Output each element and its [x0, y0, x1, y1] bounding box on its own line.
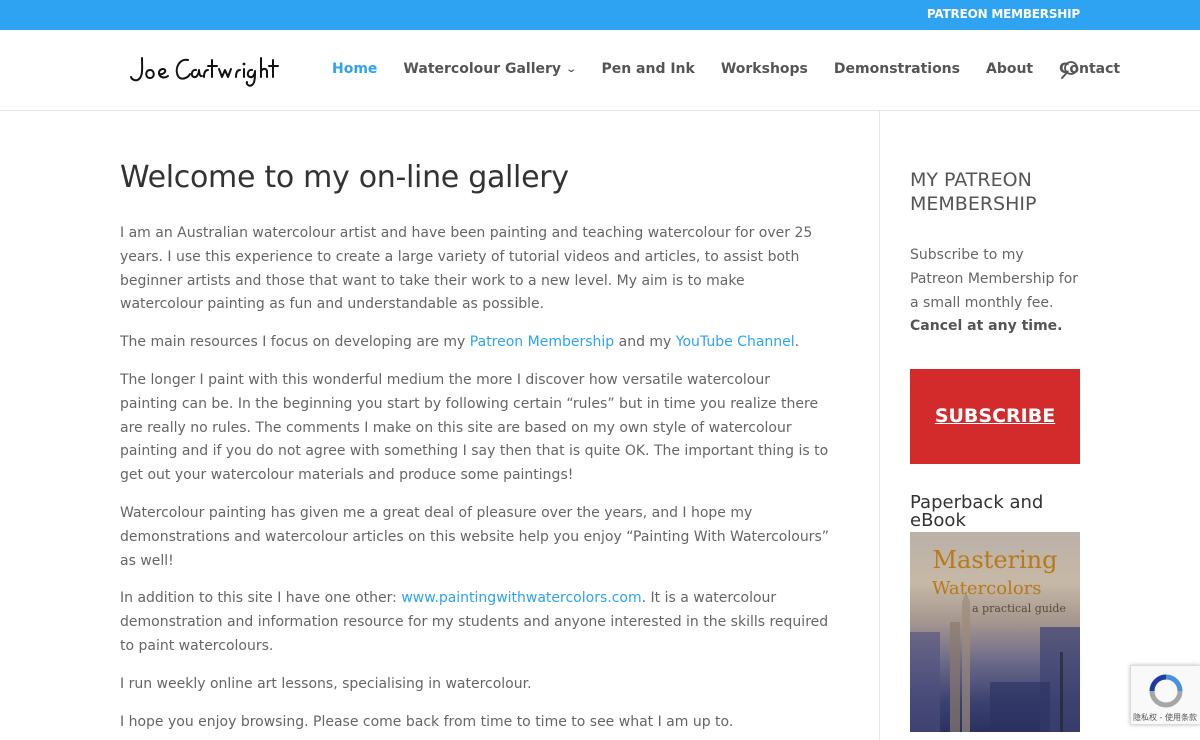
- paragraph-resources: The main resources I focus on developing…: [120, 331, 830, 355]
- book-cover-subtitle: a practical guide: [972, 602, 1066, 616]
- paragraph-rules: The longer I paint with this wonderful m…: [120, 371, 829, 484]
- nav-about[interactable]: About: [986, 61, 1033, 77]
- patreon-widget-title: MY PATREON MEMBERSHIP: [910, 169, 1037, 215]
- patreon-widget-text: Subscribe to my Patreon Membership for a…: [910, 244, 1080, 339]
- paragraph-resources-text-1: The main resources I focus on developing…: [120, 334, 470, 351]
- nav-pen-and-ink[interactable]: Pen and Ink: [601, 61, 694, 77]
- paragraph-other-site: In addition to this site I have one othe…: [120, 587, 830, 658]
- paragraph-resources-text-3: .: [794, 334, 800, 351]
- paragraph-lessons: I run weekly online art lessons, special…: [120, 675, 532, 692]
- recaptcha-terms[interactable]: 隐私权 - 使用条款: [1133, 712, 1197, 723]
- nav-watercolour-gallery[interactable]: Watercolour Gallery ⌄: [403, 61, 578, 77]
- patreon-widget-text-body: Subscribe to my Patreon Membership for a…: [910, 247, 1079, 311]
- book-cover-image[interactable]: Mastering Watercolors a practical guide: [910, 532, 1080, 733]
- sidebar-divider: [879, 111, 880, 740]
- top-bar: PATREON MEMBERSHIP: [0, 0, 1200, 30]
- site-logo[interactable]: [128, 52, 280, 90]
- recaptcha-badge[interactable]: 隐私权 - 使用条款: [1130, 665, 1200, 725]
- nav-demonstrations[interactable]: Demonstrations: [834, 61, 960, 77]
- book-widget-title: Paperback and eBook: [910, 492, 1044, 532]
- signature-logo-icon: [130, 57, 279, 87]
- patreon-membership-link[interactable]: PATREON MEMBERSHIP: [927, 7, 1080, 21]
- youtube-channel-link[interactable]: YouTube Channel: [676, 334, 795, 350]
- paintingwithwatercolors-link[interactable]: www.paintingwithwatercolors.com: [401, 590, 641, 606]
- paragraph-resources-text-2: and my: [614, 334, 676, 351]
- main-content: Welcome to my on-line gallery I am an Au…: [120, 160, 830, 740]
- book-cover-title-2: Watercolors: [932, 578, 1042, 600]
- page-title: Welcome to my on-line gallery: [120, 160, 569, 195]
- chevron-down-icon: ⌄: [565, 63, 578, 75]
- patreon-widget-text-bold: Cancel at any time.: [910, 318, 1063, 335]
- recaptcha-icon: [1149, 674, 1183, 708]
- nav-home[interactable]: Home: [332, 61, 377, 77]
- patreon-membership-inline-link[interactable]: Patreon Membership: [470, 334, 614, 350]
- paragraph-intro: I am an Australian watercolour artist an…: [120, 225, 813, 313]
- site-header: Home Watercolour Gallery ⌄ Pen and Ink Wo…: [0, 30, 1200, 111]
- main-nav: Home Watercolour Gallery ⌄ Pen and Ink Wo…: [332, 61, 1120, 77]
- nav-workshops[interactable]: Workshops: [721, 61, 808, 77]
- paragraph-other-site-text-1: In addition to this site I have one othe…: [120, 590, 402, 607]
- paragraph-pleasure: Watercolour painting has given me a grea…: [120, 504, 829, 569]
- subscribe-button[interactable]: SUBSCRIBE: [910, 369, 1080, 465]
- search-icon[interactable]: [1060, 60, 1080, 80]
- book-cover-title: Mastering: [932, 546, 1058, 575]
- paragraph-closing: I hope you enjoy browsing. Please come b…: [120, 713, 734, 730]
- nav-watercolour-gallery-label: Watercolour Gallery: [403, 61, 562, 77]
- sidebar: MY PATREON MEMBERSHIP Subscribe to my Pa…: [910, 168, 1080, 733]
